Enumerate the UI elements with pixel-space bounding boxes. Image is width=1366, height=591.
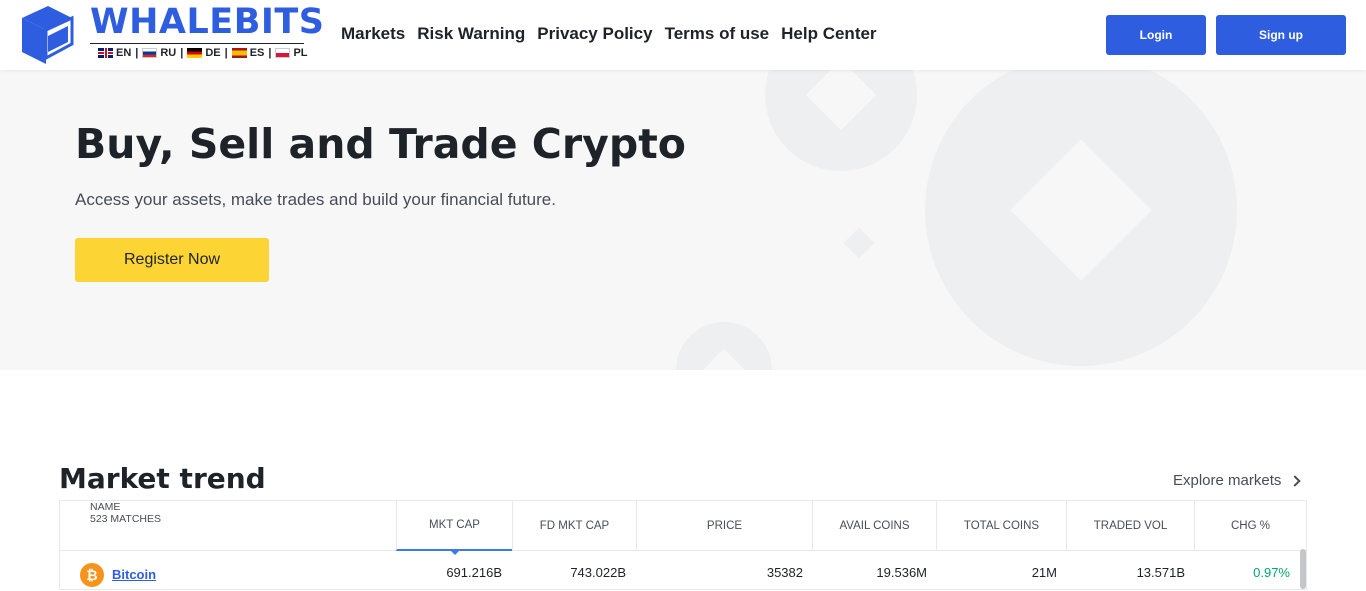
divider: | bbox=[135, 47, 139, 59]
brand-name[interactable]: WHALEBITS bbox=[90, 2, 324, 42]
lang-de[interactable]: DE bbox=[187, 47, 221, 59]
nav-help-center[interactable]: Help Center bbox=[781, 24, 876, 44]
lang-label: EN bbox=[116, 47, 132, 59]
login-button[interactable]: Login bbox=[1106, 15, 1206, 55]
bitcoin-icon: ₿ bbox=[80, 563, 104, 587]
nav-markets[interactable]: Markets bbox=[341, 24, 405, 44]
column-fd-mkt-cap[interactable]: FD MKT CAP bbox=[512, 501, 636, 551]
column-name[interactable]: NAME 523 MATCHES bbox=[60, 501, 396, 551]
table-row[interactable]: ₿ Bitcoin 691.216B 743.022B 35382 19.536… bbox=[60, 551, 1306, 591]
table-header: NAME 523 MATCHES MKT CAP FD MKT CAP PRIC… bbox=[60, 501, 1306, 555]
ru-flag-icon bbox=[142, 48, 158, 58]
hero-section: Buy, Sell and Trade Crypto Access your a… bbox=[0, 70, 1366, 370]
register-now-button[interactable]: Register Now bbox=[75, 238, 269, 282]
table-scrollbar[interactable] bbox=[1300, 549, 1306, 589]
decorative-coins-icon bbox=[676, 70, 1237, 370]
nav-terms-of-use[interactable]: Terms of use bbox=[665, 24, 770, 44]
hero-subtitle: Access your assets, make trades and buil… bbox=[75, 190, 556, 209]
column-price[interactable]: PRICE bbox=[636, 501, 812, 551]
column-traded-vol[interactable]: TRADED VOL bbox=[1066, 501, 1194, 551]
column-mkt-cap[interactable]: MKT CAP bbox=[396, 501, 512, 555]
column-name-label: NAME bbox=[90, 501, 121, 513]
matches-count: 523 MATCHES bbox=[90, 513, 161, 525]
market-trend-heading: Market trend bbox=[59, 462, 266, 495]
de-flag-icon bbox=[187, 48, 203, 58]
lang-pl[interactable]: PL bbox=[275, 47, 308, 59]
column-avail-coins[interactable]: AVAIL COINS bbox=[812, 501, 936, 551]
lang-label: PL bbox=[293, 47, 308, 59]
top-navbar: WHALEBITS EN | RU | DE | ES | PL Markets… bbox=[0, 0, 1366, 70]
es-flag-icon bbox=[231, 48, 247, 58]
chevron-right-icon bbox=[1289, 474, 1302, 487]
coin-name-link[interactable]: Bitcoin bbox=[112, 567, 156, 582]
explore-markets-link[interactable]: Explore markets bbox=[1173, 472, 1302, 489]
explore-markets-label: Explore markets bbox=[1173, 472, 1282, 489]
divider: | bbox=[180, 47, 184, 59]
language-selector: EN | RU | DE | ES | PL bbox=[90, 43, 308, 59]
whalebits-logo-icon[interactable] bbox=[18, 4, 74, 66]
column-chg[interactable]: CHG % bbox=[1194, 501, 1306, 551]
main-nav: Markets Risk Warning Privacy Policy Term… bbox=[341, 24, 877, 44]
signup-button[interactable]: Sign up bbox=[1216, 15, 1346, 55]
nav-privacy-policy[interactable]: Privacy Policy bbox=[537, 24, 652, 44]
lang-ru[interactable]: RU bbox=[142, 47, 176, 59]
nav-risk-warning[interactable]: Risk Warning bbox=[417, 24, 525, 44]
column-total-coins[interactable]: TOTAL COINS bbox=[936, 501, 1066, 551]
lang-label: RU bbox=[160, 47, 177, 59]
uk-flag-icon bbox=[98, 48, 113, 58]
hero-title: Buy, Sell and Trade Crypto bbox=[75, 120, 686, 168]
lang-label: DE bbox=[205, 47, 221, 59]
pl-flag-icon bbox=[275, 48, 291, 58]
lang-en[interactable]: EN bbox=[98, 47, 131, 59]
divider: | bbox=[268, 47, 272, 59]
market-table: NAME 523 MATCHES MKT CAP FD MKT CAP PRIC… bbox=[59, 500, 1307, 590]
lang-es[interactable]: ES bbox=[231, 47, 265, 59]
divider: | bbox=[224, 47, 228, 59]
lang-label: ES bbox=[249, 47, 265, 59]
